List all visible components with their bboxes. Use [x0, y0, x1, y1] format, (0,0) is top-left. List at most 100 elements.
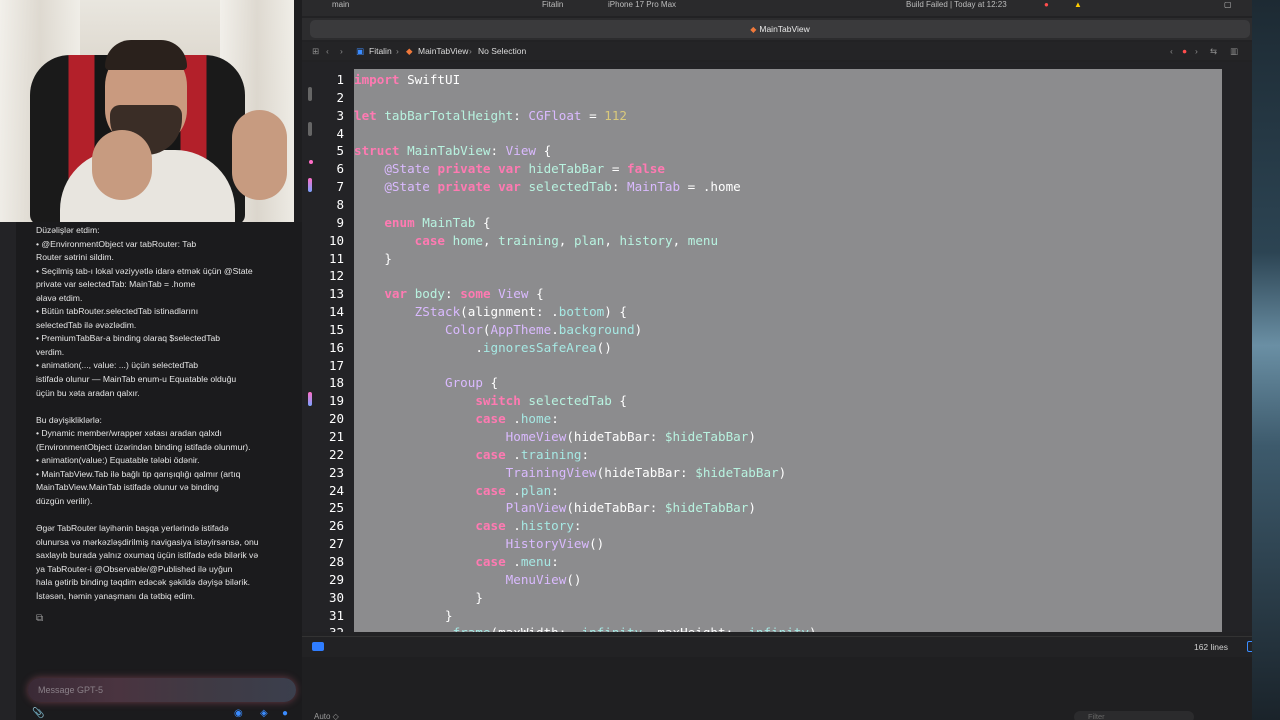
related-items-icon[interactable]: ⇆	[1210, 42, 1217, 60]
code-line[interactable]: ZStack(alignment: .bottom) {	[354, 303, 627, 321]
chat-message-line: Router sətrini sildim.	[36, 252, 114, 263]
warning-icon[interactable]: ▲	[1074, 0, 1082, 10]
error-icon[interactable]: ●	[1044, 0, 1049, 10]
code-line[interactable]: PlanView(hideTabBar: $hideTabBar)	[354, 499, 756, 517]
code-line[interactable]: TrainingView(hideTabBar: $hideTabBar)	[354, 464, 787, 482]
line-number: 26	[328, 518, 344, 534]
tools-icon[interactable]: ◉	[234, 708, 243, 720]
device-label[interactable]: iPhone 17 Pro Max	[608, 0, 676, 10]
code-line[interactable]: case .menu:	[354, 553, 558, 571]
previous-issue-icon[interactable]: ‹	[1170, 42, 1173, 60]
swift-file-icon: ◆	[406, 46, 413, 56]
chat-message-line: • animation(..., value: ...) üçün select…	[36, 360, 199, 371]
chat-input-box[interactable]	[28, 678, 296, 702]
chat-message-line: • Bütün tabRouter.selectedTab istinadlar…	[36, 306, 199, 317]
chat-message-line: • PremiumTabBar-a binding olaraq $select…	[36, 333, 221, 344]
code-line[interactable]: case .plan:	[354, 482, 558, 500]
chat-message-line: (EnvironmentObject üzərindən binding ist…	[36, 441, 251, 452]
line-number: 14	[328, 304, 344, 320]
chat-message-line: hala gətirib binding təqdim edəcək şəkil…	[36, 577, 251, 588]
chat-message-line: private var selectedTab: MainTab = .home	[36, 279, 196, 290]
code-line[interactable]: MenuView()	[354, 571, 582, 589]
breakpoints-icon[interactable]	[312, 642, 324, 651]
code-editor[interactable]: 1 2 3 4 5 6 7 8 9 10 11 12 13 14 15 16 17 18 19 20 21 22 23 24 2…	[302, 62, 1280, 632]
voice-mode-icon[interactable]: ◈	[260, 708, 268, 720]
scheme-label[interactable]: Fitalin	[542, 0, 563, 10]
code-line[interactable]: let tabBarTotalHeight: CGFloat = 112	[354, 107, 627, 125]
chat-message-line: olunursa və mərkəzləşdirilmiş navigasiya…	[36, 536, 259, 547]
code-line[interactable]: case .home:	[354, 410, 558, 428]
change-dot	[309, 160, 313, 164]
jump-bar: ⊞ ‹ › ▣ Fitalin › ◆ MainTabView › No Sel…	[302, 42, 1280, 60]
xcode-window: main Fitalin iPhone 17 Pro Max Build Fai…	[302, 0, 1280, 720]
code-line[interactable]: Color(AppTheme.background)	[354, 321, 642, 339]
line-count: 162 lines	[1193, 642, 1228, 652]
chat-message-line: verdim.	[36, 346, 65, 357]
chat-message-line: İstəsən, həmin yanaşmanı da tətbiq edim.	[36, 590, 196, 601]
chat-message-input[interactable]	[28, 678, 296, 702]
breadcrumb-project[interactable]: Fitalin	[369, 42, 392, 60]
code-line[interactable]: struct MainTabView: View {	[354, 142, 551, 160]
line-number: 25	[328, 500, 344, 516]
code-line[interactable]: enum MainTab {	[354, 214, 490, 232]
code-line[interactable]: HistoryView()	[354, 535, 605, 553]
code-line[interactable]: @State private var hideTabBar = false	[354, 160, 665, 178]
copy-icon[interactable]: ⧉	[36, 614, 47, 624]
code-line[interactable]: }	[354, 250, 392, 268]
back-icon[interactable]: ‹	[326, 42, 329, 60]
library-icon[interactable]: ▢	[1224, 0, 1232, 10]
code-line[interactable]: HomeView(hideTabBar: $hideTabBar)	[354, 428, 756, 446]
chat-message-line: saxlayıb burada yalnız oxumaq üçün istif…	[36, 550, 259, 561]
editor-options-icon[interactable]: ▥	[1230, 42, 1238, 60]
debug-mode-label[interactable]: Auto ◇	[314, 712, 339, 720]
code-line[interactable]: case home, training, plan, history, menu	[354, 232, 718, 250]
change-marker	[308, 87, 312, 101]
line-number: 12	[328, 268, 344, 284]
tab-main-tab-view[interactable]: ◆ MainTabView	[310, 20, 1250, 38]
code-line[interactable]: import SwiftUI	[354, 71, 460, 89]
change-marker	[308, 122, 312, 136]
breadcrumb-separator: ›	[396, 46, 399, 56]
line-number: 9	[336, 214, 344, 230]
next-issue-icon[interactable]: ›	[1195, 42, 1198, 60]
breadcrumb-file[interactable]: MainTabView	[418, 42, 468, 60]
code-line[interactable]: switch selectedTab {	[354, 392, 627, 410]
desktop-wallpaper-edge	[1252, 0, 1280, 720]
chat-side-strip	[0, 222, 16, 720]
debug-filter-field[interactable]: Filter	[1074, 711, 1194, 720]
branch-label[interactable]: main	[332, 0, 349, 10]
person-hair	[105, 40, 187, 70]
line-number: 21	[328, 429, 344, 444]
chat-message-line: MainTabView.MainTab istifadə olunur və b…	[36, 482, 219, 493]
code-line[interactable]: Group {	[354, 374, 498, 392]
code-line[interactable]: .frame(maxWidth: .infinity, maxHeight: .…	[354, 624, 817, 632]
chat-message-line: əlavə etdim.	[36, 292, 83, 303]
code-line[interactable]: var body: some View {	[354, 285, 543, 303]
forward-icon[interactable]: ›	[340, 42, 343, 60]
change-marker	[308, 392, 312, 406]
attach-icon[interactable]: 📎	[32, 708, 44, 720]
code-line[interactable]: }	[354, 607, 453, 625]
line-number: 28	[328, 553, 344, 569]
editor-tab-bar: ◆MainTabView +	[302, 18, 1280, 40]
line-number: 31	[328, 607, 344, 623]
code-line[interactable]: case .training:	[354, 446, 589, 464]
code-line[interactable]: @State private var selectedTab: MainTab …	[354, 178, 740, 196]
line-number: 11	[328, 250, 344, 266]
error-indicator-icon[interactable]: ●	[1182, 42, 1187, 60]
line-number: 30	[328, 589, 344, 605]
code-line[interactable]: .ignoresSafeArea()	[354, 339, 612, 357]
chat-message-line: • Dynamic member/wrapper xətası aradan q…	[36, 428, 222, 439]
line-number-gutter: 1 2 3 4 5 6 7 8 9 10 11 12 13 14 15 16 17 18 19 20 21 22 23 24 2…	[302, 62, 352, 632]
line-number: 5	[336, 143, 344, 159]
breadcrumb-selection[interactable]: No Selection	[478, 42, 526, 60]
code-line[interactable]: case .history:	[354, 517, 581, 535]
chat-assistant-message: Düzəlişlər etdim: • @EnvironmentObject va…	[36, 224, 292, 603]
webcam-overlay	[0, 0, 294, 222]
code-line[interactable]: }	[354, 589, 483, 607]
send-icon[interactable]: ●	[282, 708, 288, 720]
grid-icon[interactable]: ⊞	[312, 42, 319, 60]
chat-message-line: • animation(value:) Equatable tələbi ödə…	[36, 455, 200, 466]
build-status: Build Failed | Today at 12:23	[906, 0, 1007, 9]
breadcrumb-separator: ›	[469, 46, 472, 56]
